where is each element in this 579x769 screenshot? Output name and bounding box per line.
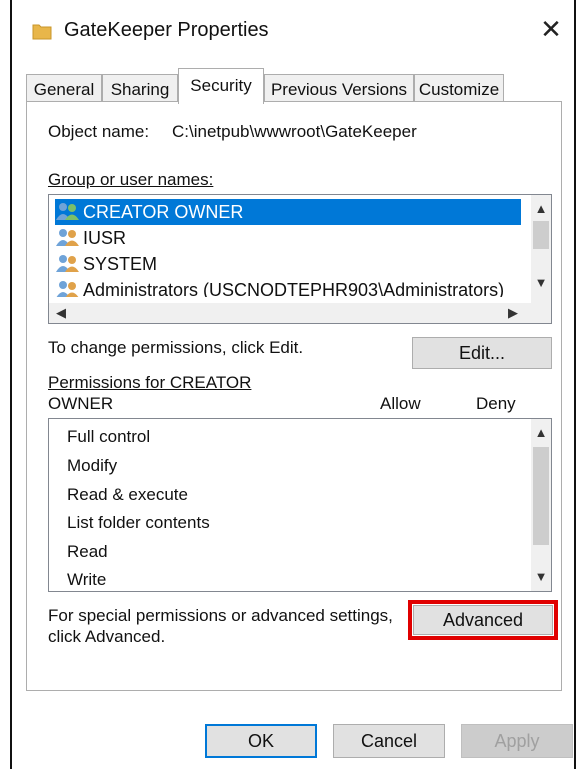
user-list-horizontal-scrollbar[interactable]: ◀ ▶ <box>49 303 551 323</box>
user-list-vertical-scrollbar[interactable]: ▲ ▼ <box>531 195 551 303</box>
permissions-for-label: Permissions for CREATOR <box>48 373 252 392</box>
tab-customize[interactable]: Customize <box>414 74 504 104</box>
list-item-creator-owner[interactable]: CREATOR OWNER <box>55 199 521 225</box>
permission-row: Read <box>67 542 108 561</box>
permissions-listbox[interactable]: Full control Modify Read & execute List … <box>48 418 552 592</box>
permission-row: Write <box>67 570 107 589</box>
special-permissions-text: For special permissions or advanced sett… <box>48 606 393 625</box>
permission-row: Read & execute <box>67 485 188 504</box>
deny-column-header: Deny <box>476 394 516 413</box>
user-name: Administrators (USCNODTEPHR903\Administr… <box>83 280 505 297</box>
special-permissions-text-2: click Advanced. <box>48 627 166 646</box>
close-icon: ✕ <box>540 14 562 44</box>
scroll-thumb[interactable] <box>533 447 549 545</box>
users-group-icon <box>56 229 79 247</box>
tab-sharing[interactable]: Sharing <box>102 74 178 104</box>
permission-row: List folder contents <box>67 513 210 532</box>
users-group-icon <box>56 203 79 221</box>
permissions-for-user: OWNER <box>48 394 114 413</box>
scroll-down-icon[interactable]: ▼ <box>531 567 551 587</box>
tab-general[interactable]: General <box>26 74 102 104</box>
cancel-button[interactable]: Cancel <box>333 724 445 758</box>
title-bar: GateKeeper Properties ✕ <box>12 0 574 62</box>
ok-button[interactable]: OK <box>205 724 317 758</box>
change-permissions-text: To change permissions, click Edit. <box>48 338 304 357</box>
tab-previous-versions[interactable]: Previous Versions <box>264 74 414 104</box>
object-name-label: Object name: <box>48 122 150 141</box>
scroll-left-icon[interactable]: ◀ <box>51 303 71 323</box>
allow-column-header: Allow <box>380 394 421 413</box>
advanced-button[interactable]: Advanced <box>413 605 553 635</box>
permission-row: Full control <box>67 427 151 446</box>
folder-icon <box>32 24 52 40</box>
user-name: SYSTEM <box>83 254 158 274</box>
window-title: GateKeeper Properties <box>64 19 269 41</box>
apply-button[interactable]: Apply <box>461 724 573 758</box>
user-name: IUSR <box>83 228 127 248</box>
tab-security[interactable]: Security <box>178 68 264 104</box>
user-listbox[interactable]: CREATOR OWNER IUSR SYSTEM Administrators… <box>48 194 552 324</box>
scroll-thumb[interactable] <box>533 221 549 249</box>
object-name-value: C:\inetpub\wwwroot\GateKeeper <box>172 122 417 141</box>
list-item-administrators[interactable]: Administrators (USCNODTEPHR903\Administr… <box>55 277 521 297</box>
permissions-vertical-scrollbar[interactable]: ▲ ▼ <box>531 419 551 591</box>
scroll-down-icon[interactable]: ▼ <box>531 273 551 293</box>
scroll-right-icon[interactable]: ▶ <box>503 303 523 323</box>
scroll-up-icon[interactable]: ▲ <box>531 199 551 219</box>
edit-button[interactable]: Edit... <box>412 337 552 369</box>
close-button[interactable]: ✕ <box>536 14 566 44</box>
permission-row: Modify <box>67 456 118 475</box>
users-group-icon <box>56 255 79 273</box>
scroll-up-icon[interactable]: ▲ <box>531 423 551 443</box>
group-user-names-label: Group or user names: <box>48 170 214 189</box>
list-item-iusr[interactable]: IUSR <box>55 225 521 251</box>
list-item-system[interactable]: SYSTEM <box>55 251 521 277</box>
users-group-icon <box>56 281 79 297</box>
user-name: CREATOR OWNER <box>83 202 244 222</box>
tab-strip: General Sharing Security Previous Versio… <box>26 68 566 104</box>
